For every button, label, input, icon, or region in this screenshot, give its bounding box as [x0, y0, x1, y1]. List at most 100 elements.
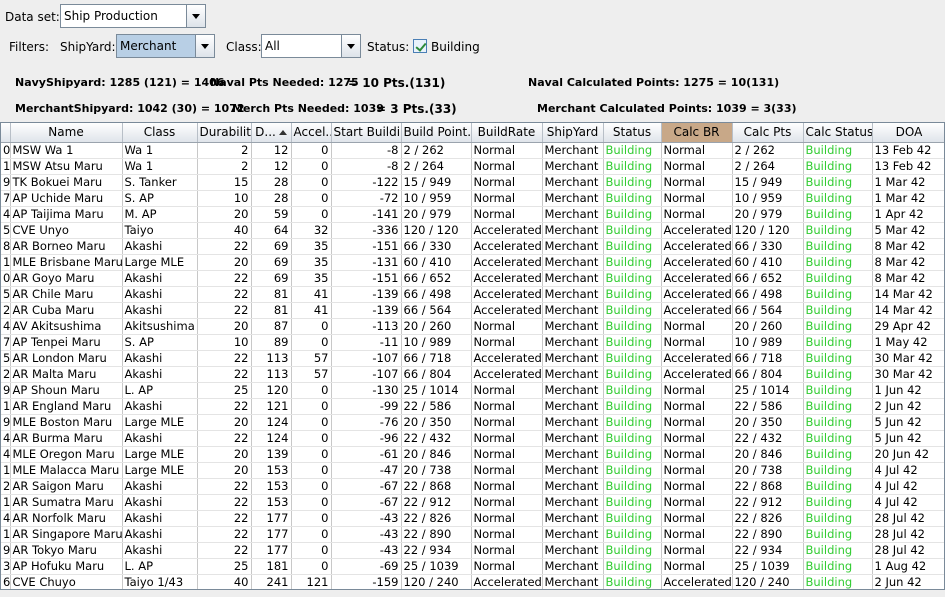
table-row[interactable]: 9 AR Tokyo Maru Akashi 22 177 0 -43 22 / 934 Nor…	[1, 542, 944, 559]
checkbox-icon[interactable]	[413, 39, 427, 53]
cell-index: 1	[1, 398, 11, 415]
cell-build-points: 22 / 934	[401, 542, 472, 559]
table-row[interactable]: 0 MSW Wa 1 Wa 1 2 12 0 -8 2 / 262 Normal Merchant…	[1, 142, 944, 159]
cell-doa: 20 Jun 42	[872, 446, 944, 463]
class-combo[interactable]: All	[261, 34, 361, 58]
table-row[interactable]: 8 AR Borneo Maru Akashi 22 69 35 -151 66 / 330 A…	[1, 238, 944, 255]
table-row[interactable]: 9 MLE Boston Maru Large MLE 20 124 0 -76 20 / 3…	[1, 414, 944, 431]
cell-calc-br: Accelerated	[661, 366, 733, 383]
cell-index: 9	[1, 542, 11, 559]
table-row[interactable]: 1 AR Singapore Maru Akashi 22 177 0 -43 22 / 89…	[1, 526, 944, 543]
table-row[interactable]: 4 AV Akitsushima Akitsushima 20 87 0 -113 20 / …	[1, 318, 944, 335]
cell-build-points: 20 / 350	[401, 414, 472, 431]
col-header-status[interactable]: Status	[603, 123, 662, 143]
cell-calc-br: Accelerated	[661, 286, 733, 303]
cell-calc-status: Building	[803, 254, 873, 271]
table-row[interactable]: 4 MLE Oregon Maru Large MLE 20 139 0 -61 20 / 8…	[1, 446, 944, 463]
table-row[interactable]: 4 AR Burma Maru Akashi 22 124 0 -96 22 / 432 Nor…	[1, 430, 944, 447]
cell-calc-br: Normal	[661, 158, 733, 175]
col-header-durability[interactable]: Durability	[197, 123, 252, 143]
dataset-combo[interactable]: Ship Production	[60, 4, 206, 28]
cell-calc-br: Accelerated	[661, 254, 733, 271]
table-row[interactable]: 5 AR Chile Maru Akashi 22 81 41 -139 66 / 498 Ac…	[1, 286, 944, 303]
cell-durability: 22	[197, 302, 252, 319]
cell-calc-br: Normal	[661, 542, 733, 559]
merch-pts-result: = 3 Pts.(33)	[376, 102, 457, 116]
table-row[interactable]: 6 CVE Chuyo Taiyo 1/43 40 241 121 -159 120 / 24…	[1, 574, 944, 589]
table-row[interactable]: 2 AR Malta Maru Akashi 22 113 57 -107 66 / 804 A…	[1, 366, 944, 383]
cell-shipyard: Merchant	[542, 366, 604, 383]
cell-calc-pts: 2 / 262	[732, 142, 804, 159]
cell-status: Building	[603, 222, 662, 239]
col-header-shipyard[interactable]: ShipYard	[542, 123, 604, 143]
cell-status: Building	[603, 350, 662, 367]
table-row[interactable]: 4 AR Norfolk Maru Akashi 22 177 0 -43 22 / 826 N…	[1, 510, 944, 527]
table-row[interactable]: 1 MLE Brisbane Maru Large MLE 20 69 35 -131 60 …	[1, 254, 944, 271]
chevron-down-icon[interactable]	[341, 35, 360, 57]
cell-buildrate: Accelerated	[471, 350, 543, 367]
col-header-d[interactable]: D...	[251, 123, 292, 143]
table-row[interactable]: 1 MLE Malacca Maru Large MLE 20 153 0 -47 20 / …	[1, 462, 944, 479]
chevron-down-icon[interactable]	[195, 35, 214, 57]
chevron-down-icon[interactable]	[186, 5, 205, 27]
table-row[interactable]: 4 AP Taijima Maru M. AP 20 59 0 -141 20 / 979 No…	[1, 206, 944, 223]
cell-durability: 20	[197, 446, 252, 463]
table-row[interactable]: 1 AR England Maru Akashi 22 121 0 -99 22 / 586 N…	[1, 398, 944, 415]
table-row[interactable]: 1 AR Sumatra Maru Akashi 22 153 0 -67 22 / 912 N…	[1, 494, 944, 511]
cell-index: 4	[1, 318, 11, 335]
table-row[interactable]: 9 AP Shoun Maru L. AP 25 120 0 -130 25 / 1014 No…	[1, 382, 944, 399]
shipyard-combo[interactable]: Merchant	[116, 34, 215, 58]
cell-name: MLE Brisbane Maru	[10, 254, 123, 271]
cell-calc-pts: 20 / 738	[732, 462, 804, 479]
cell-accel: 35	[291, 238, 332, 255]
status-value[interactable]: Building	[431, 40, 480, 54]
cell-name: MLE Boston Maru	[10, 414, 123, 431]
cell-shipyard: Merchant	[542, 558, 604, 575]
ship-production-table[interactable]: Name Class Durability D... Accel... Star…	[0, 122, 945, 590]
col-header-name[interactable]: Name	[10, 123, 123, 143]
cell-build-points: 22 / 432	[401, 430, 472, 447]
col-header-buildrate[interactable]: BuildRate	[471, 123, 543, 143]
cell-class: Akashi	[122, 238, 198, 255]
col-header-start-build[interactable]: Start Buildi...	[331, 123, 402, 143]
table-row[interactable]: 7 AP Uchide Maru S. AP 10 28 0 -72 10 / 959 Norm…	[1, 190, 944, 207]
cell-accel: 0	[291, 334, 332, 351]
cell-accel: 32	[291, 222, 332, 239]
cell-calc-status: Building	[803, 350, 873, 367]
table-row[interactable]: 2 AR Saigon Maru Akashi 22 153 0 -67 22 / 868 No…	[1, 478, 944, 495]
cell-buildrate: Normal	[471, 158, 543, 175]
col-header-calc-br[interactable]: Calc BR	[661, 123, 733, 143]
col-header-doa[interactable]: DOA	[872, 123, 944, 143]
table-row[interactable]: 1 MSW Atsu Maru Wa 1 2 12 0 -8 2 / 264 Normal Mer…	[1, 158, 944, 175]
table-row[interactable]: 5 AR London Maru Akashi 22 113 57 -107 66 / 718…	[1, 350, 944, 367]
table-row[interactable]: 2 AR Cuba Maru Akashi 22 81 41 -139 66 / 564 Acc…	[1, 302, 944, 319]
table-row[interactable]: 5 CVE Unyo Taiyo 40 64 32 -336 120 / 120 Acceler…	[1, 222, 944, 239]
cell-buildrate: Normal	[471, 334, 543, 351]
cell-accel: 0	[291, 558, 332, 575]
cell-doa: 1 Mar 42	[872, 174, 944, 191]
cell-accel: 0	[291, 542, 332, 559]
col-header-class[interactable]: Class	[122, 123, 198, 143]
col-header-calc-pts[interactable]: Calc Pts	[732, 123, 804, 143]
cell-index: 4	[1, 446, 11, 463]
cell-durability: 22	[197, 398, 252, 415]
cell-calc-br: Accelerated	[661, 350, 733, 367]
cell-accel: 0	[291, 494, 332, 511]
table-row[interactable]: 7 AP Tenpei Maru S. AP 10 89 0 -11 10 / 989 Norm…	[1, 334, 944, 351]
cell-doa: 29 Apr 42	[872, 318, 944, 335]
cell-buildrate: Normal	[471, 414, 543, 431]
cell-doa: 30 Mar 42	[872, 366, 944, 383]
col-header-build-points[interactable]: Build Point...	[401, 123, 472, 143]
col-header-calc-status[interactable]: Calc Status	[803, 123, 873, 143]
table-row[interactable]: 9 TK Bokuei Maru S. Tanker 15 28 0 -122 15 / 94…	[1, 174, 944, 191]
cell-durability: 10	[197, 190, 252, 207]
cell-shipyard: Merchant	[542, 286, 604, 303]
table-row[interactable]: 0 AR Goyo Maru Akashi 22 69 35 -151 66 / 652 Acc…	[1, 270, 944, 287]
cell-class: Akashi	[122, 350, 198, 367]
cell-start-build: -67	[331, 478, 402, 495]
col-header-accel[interactable]: Accel...	[291, 123, 332, 143]
cell-calc-pts: 22 / 912	[732, 494, 804, 511]
col-header-index[interactable]	[1, 123, 11, 143]
cell-accel: 0	[291, 446, 332, 463]
table-row[interactable]: 3 AP Hofuku Maru L. AP 25 181 0 -69 25 / 1039 No…	[1, 558, 944, 575]
